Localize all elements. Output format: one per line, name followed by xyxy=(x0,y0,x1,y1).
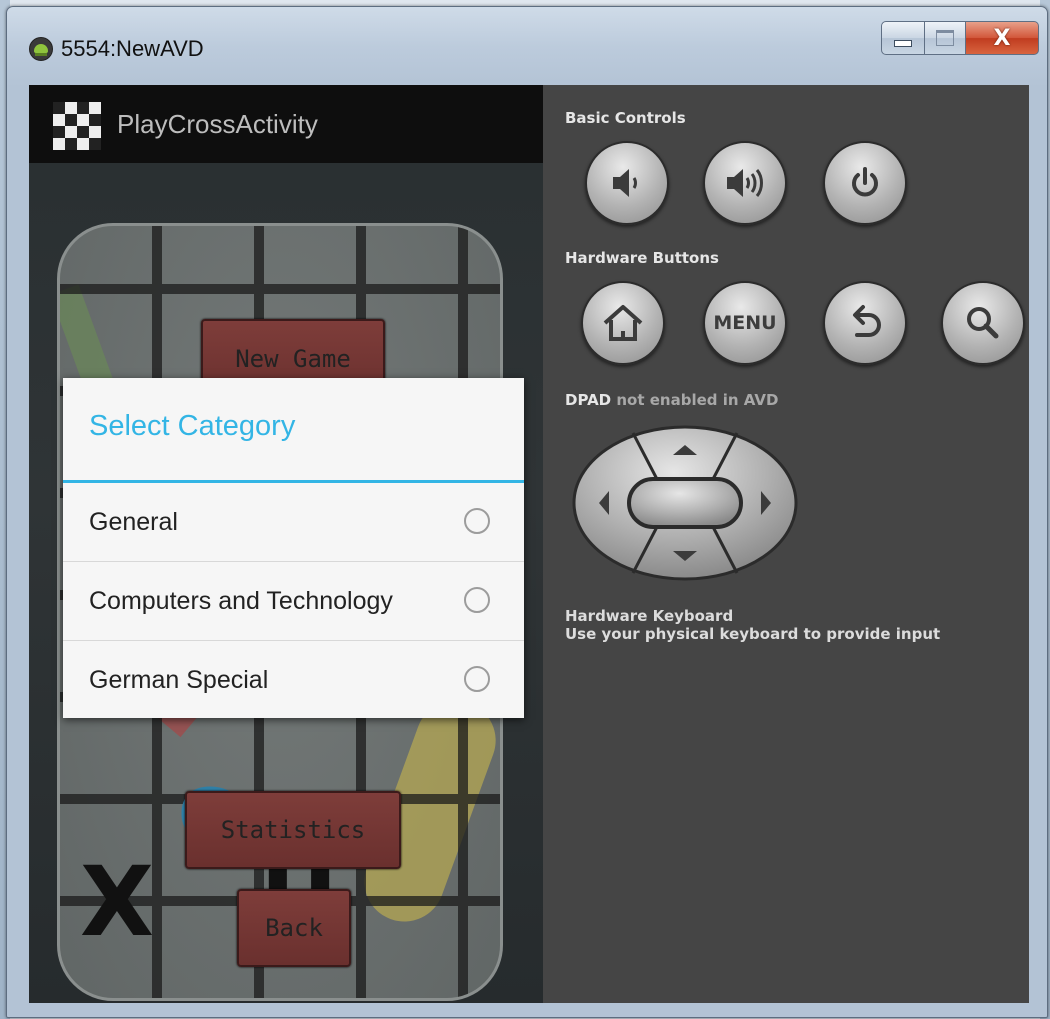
close-button[interactable]: X xyxy=(966,21,1039,55)
window-title: 5554:NewAVD xyxy=(61,36,204,61)
dpad-label: DPAD not enabled in AVD xyxy=(565,391,778,409)
close-icon: X xyxy=(993,25,1011,51)
maximize-button[interactable] xyxy=(925,21,966,55)
volume-up-button[interactable] xyxy=(703,141,787,225)
volume-down-button[interactable] xyxy=(585,141,669,225)
minimize-button[interactable] xyxy=(881,21,925,55)
window-controls: X xyxy=(881,21,1039,57)
app-title: PlayCrossActivity xyxy=(117,109,318,139)
category-option-german[interactable]: German Special xyxy=(63,641,524,719)
search-icon xyxy=(963,303,1003,343)
volume-up-icon xyxy=(723,165,767,201)
dpad-label-strong: DPAD xyxy=(565,391,612,409)
hardware-keyboard-info: Hardware Keyboard Use your physical keyb… xyxy=(565,607,940,643)
option-label: Computers and Technology xyxy=(89,587,393,615)
dpad-icon xyxy=(572,425,798,581)
device-screen[interactable]: PlayCrossActivity X U G New Game Statist… xyxy=(29,85,543,1003)
emulator-window: 5554:NewAVD X PlayCrossActivity X New Ga… xyxy=(6,6,1048,1018)
search-button[interactable] xyxy=(941,281,1025,365)
option-label: General xyxy=(89,508,178,536)
window-titlebar[interactable]: 5554:NewAVD X xyxy=(7,7,1047,81)
emulator-content: PlayCrossActivity X U G New Game Statist… xyxy=(29,85,1029,1003)
keyboard-title: Hardware Keyboard xyxy=(565,607,734,625)
hardware-buttons-label: Hardware Buttons xyxy=(565,249,719,267)
android-emulator-icon xyxy=(29,37,53,61)
dpad-label-rest: not enabled in AVD xyxy=(611,391,779,409)
maximize-icon xyxy=(936,30,954,46)
category-option-general[interactable]: General xyxy=(63,483,524,562)
power-button[interactable] xyxy=(823,141,907,225)
power-icon xyxy=(847,165,883,201)
back-arrow-icon xyxy=(845,303,885,343)
option-label: German Special xyxy=(89,666,269,694)
menu-button[interactable]: MENU xyxy=(703,281,787,365)
keyboard-description: Use your physical keyboard to provide in… xyxy=(565,625,941,643)
radio-button[interactable] xyxy=(464,666,490,692)
home-button[interactable] xyxy=(581,281,665,365)
minimize-icon xyxy=(894,39,912,47)
radio-button[interactable] xyxy=(464,587,490,613)
app-logo-icon xyxy=(53,102,101,150)
radio-button[interactable] xyxy=(464,508,490,534)
emulator-controls-panel: Basic Controls Hardware Buttons MENU DPA… xyxy=(543,85,1029,1003)
statistics-button[interactable]: Statistics xyxy=(185,791,401,869)
action-bar: PlayCrossActivity xyxy=(29,85,543,163)
volume-down-icon xyxy=(607,165,647,201)
back-button[interactable]: Back xyxy=(237,889,351,967)
back-hardware-button[interactable] xyxy=(823,281,907,365)
dialog-title: Select Category xyxy=(89,410,296,442)
select-category-dialog: Select Category General Computers and Te… xyxy=(63,378,524,718)
dpad-control[interactable] xyxy=(571,423,799,583)
home-icon xyxy=(601,303,645,343)
board-letter-x: X xyxy=(80,846,155,958)
menu-button-label: MENU xyxy=(713,312,777,334)
category-option-computers[interactable]: Computers and Technology xyxy=(63,562,524,641)
basic-controls-label: Basic Controls xyxy=(565,109,686,127)
